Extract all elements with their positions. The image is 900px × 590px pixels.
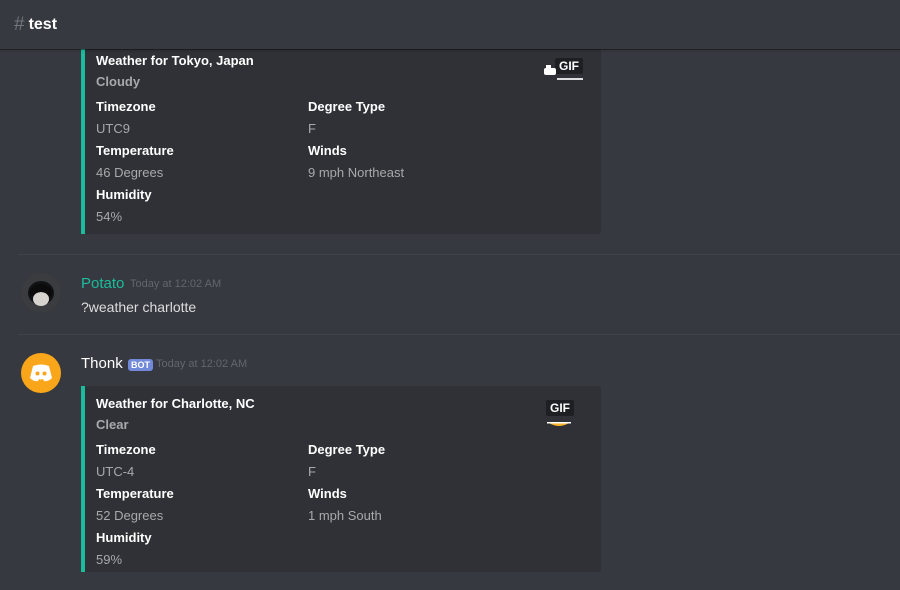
cloud-icon — [544, 65, 556, 75]
field-name-timezone: Timezone — [96, 442, 156, 457]
bot-avatar[interactable] — [21, 353, 61, 393]
message-timestamp: Today at 12:02 AM — [156, 358, 248, 370]
field-value-timezone: UTC9 — [96, 121, 130, 136]
field-name-humidity: Humidity — [96, 187, 152, 202]
gif-badge: GIF — [555, 58, 583, 74]
field-name-winds: Winds — [308, 143, 347, 158]
embed-title: Weather for Charlotte, NC — [96, 396, 255, 411]
message-divider — [18, 254, 900, 255]
discord-logo-icon — [30, 364, 52, 382]
field-name-degree-type: Degree Type — [308, 442, 386, 457]
weather-thumbnail-gif[interactable]: GIF — [543, 58, 583, 88]
user-avatar[interactable] — [21, 273, 61, 313]
discord-chat-window: Weather for Tokyo, Japan Cloudy Timezone… — [0, 0, 900, 590]
gif-badge: GIF — [546, 400, 574, 416]
message-timestamp: Today at 12:02 AM — [130, 278, 222, 290]
field-value-winds: 1 mph South — [308, 508, 382, 523]
field-name-humidity: Humidity — [96, 530, 152, 545]
weather-embed-charlotte: Weather for Charlotte, NC Clear Timezone… — [81, 386, 601, 572]
message-divider — [18, 334, 900, 335]
user-avatar-image-icon — [21, 273, 61, 313]
field-value-degree-type: F — [308, 464, 316, 479]
channel-name[interactable]: test — [29, 16, 57, 34]
field-value-temperature: 46 Degrees — [96, 165, 164, 180]
field-name-temperature: Temperature — [96, 486, 174, 501]
field-name-timezone: Timezone — [96, 99, 156, 114]
message-content: ?weather charlotte — [81, 299, 197, 315]
field-name-degree-type: Degree Type — [308, 99, 386, 114]
author-name[interactable]: Potato — [81, 275, 124, 292]
field-value-temperature: 52 Degrees — [96, 508, 164, 523]
field-name-temperature: Temperature — [96, 143, 174, 158]
field-value-degree-type: F — [308, 121, 316, 136]
message-list: Weather for Tokyo, Japan Cloudy Timezone… — [0, 0, 900, 590]
hashtag-icon: # — [14, 13, 25, 35]
weather-thumbnail-gif[interactable]: GIF — [546, 400, 587, 430]
embed-title: Weather for Tokyo, Japan — [96, 53, 254, 68]
weather-embed-tokyo: Weather for Tokyo, Japan Cloudy Timezone… — [81, 46, 601, 234]
bot-tag-badge: BOT — [128, 359, 153, 371]
embed-description: Cloudy — [96, 74, 141, 89]
field-value-humidity: 59% — [96, 552, 123, 567]
sun-icon — [547, 422, 571, 426]
field-value-timezone: UTC-4 — [96, 464, 135, 479]
field-value-humidity: 54% — [96, 209, 123, 224]
field-name-winds: Winds — [308, 486, 347, 501]
embed-description: Clear — [96, 417, 129, 432]
field-value-winds: 9 mph Northeast — [308, 165, 405, 180]
author-name[interactable]: Thonk — [81, 355, 123, 372]
channel-header: # test — [0, 0, 900, 49]
